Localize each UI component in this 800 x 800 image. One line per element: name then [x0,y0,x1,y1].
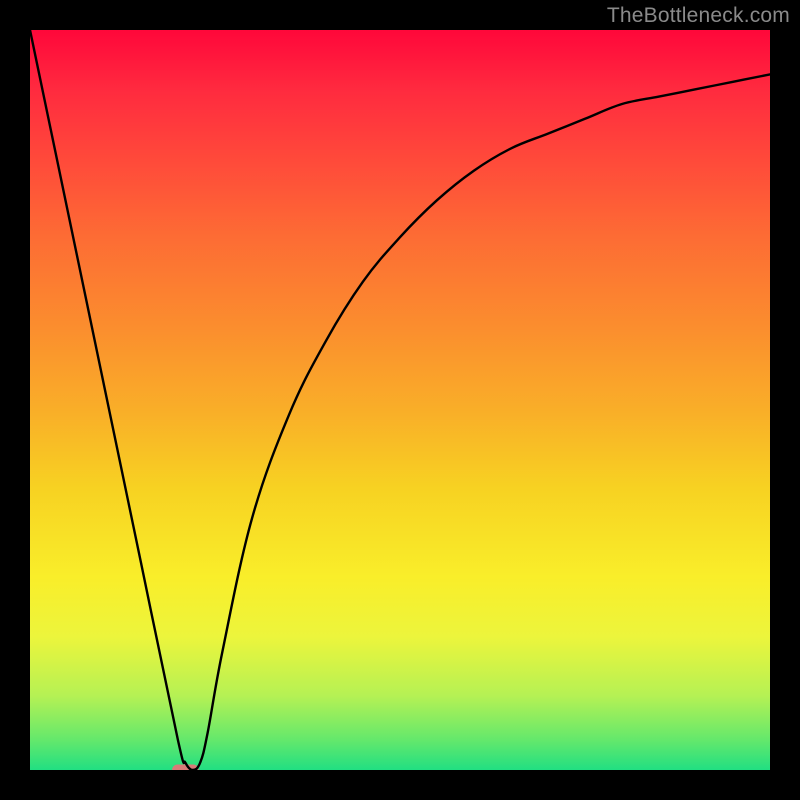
bottleneck-curve-path [30,30,770,770]
watermark-text: TheBottleneck.com [607,4,790,28]
chart-frame: TheBottleneck.com [0,0,800,800]
plot-area [30,30,770,770]
bottleneck-chart [30,30,770,770]
